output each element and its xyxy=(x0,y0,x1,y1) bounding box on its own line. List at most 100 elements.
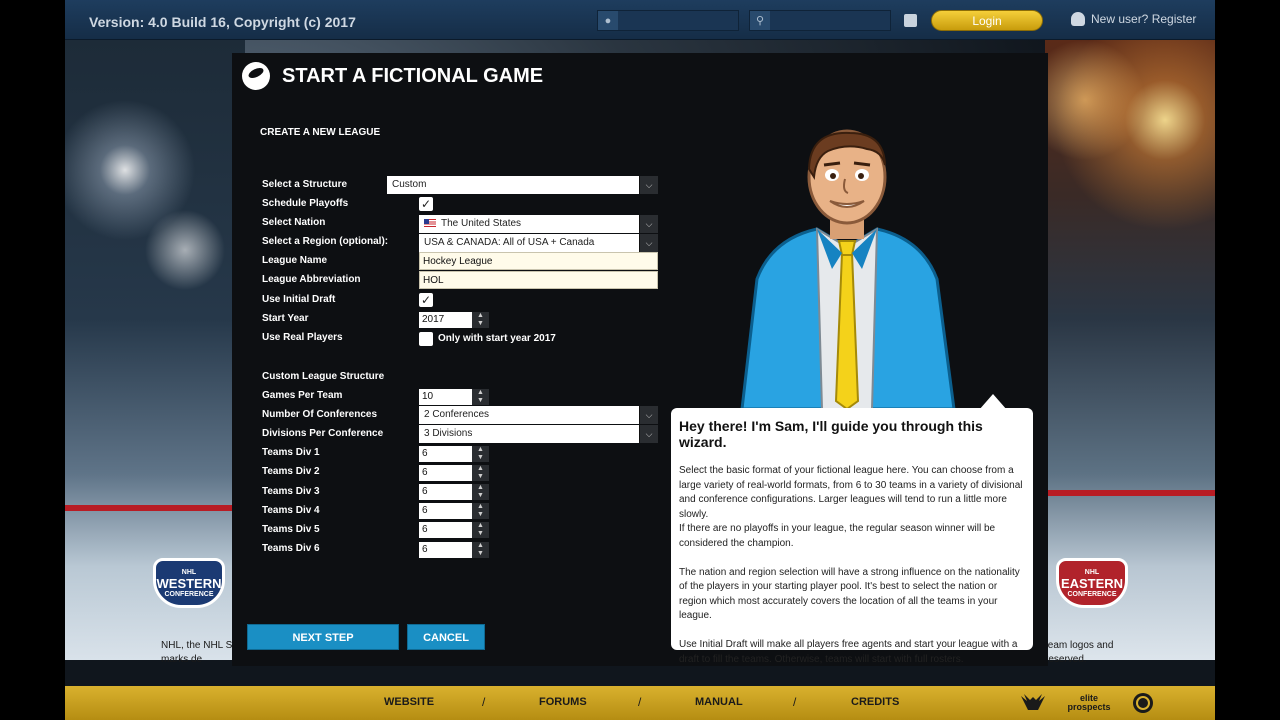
nation-label: Select Nation xyxy=(262,217,326,228)
key-icon: ⚲ xyxy=(750,11,770,30)
league-abbr-input[interactable]: HOL xyxy=(419,271,658,289)
divisions-label: Divisions Per Conference xyxy=(262,428,384,439)
games-per-team-value: 10 xyxy=(422,391,434,402)
nation-value: The United States xyxy=(441,218,522,229)
structure-value: Custom xyxy=(392,179,427,190)
east-badge-sub: CONFERENCE xyxy=(1067,590,1117,598)
teams-div-value: 6 xyxy=(422,448,428,459)
nation-select[interactable]: The United States ⌵ xyxy=(419,215,658,233)
stepper-arrows-icon[interactable]: ▲ ▼ xyxy=(472,312,489,328)
league-name-input[interactable]: Hockey League xyxy=(419,252,658,270)
login-button[interactable]: Login xyxy=(931,10,1043,31)
rink-red-line-left xyxy=(65,505,245,511)
fictional-game-dialog: START A FICTIONAL GAME CREATE A NEW LEAG… xyxy=(232,53,1048,666)
start-year-stepper[interactable]: 2017 ▲ ▼ xyxy=(419,312,489,328)
stepper-arrows-icon[interactable]: ▲ ▼ xyxy=(472,542,489,558)
moose-logo-icon[interactable] xyxy=(1017,690,1049,716)
teams-div-stepper[interactable]: 6 ▲ ▼ xyxy=(419,484,489,500)
username-input[interactable]: ● xyxy=(597,10,739,31)
footer-separator: / xyxy=(638,695,642,709)
stepper-arrows-icon[interactable]: ▲ ▼ xyxy=(472,446,489,462)
east-badge-main: EASTERN xyxy=(1060,575,1124,591)
stepper-arrows-icon[interactable]: ▲ ▼ xyxy=(472,465,489,481)
guide-paragraph: If there are no playoffs in your league,… xyxy=(679,523,996,549)
version-text: Version: 4.0 Build 16, Copyright (c) 201… xyxy=(89,14,356,30)
teams-div-label: Teams Div 4 xyxy=(262,505,320,516)
stepper-arrows-icon[interactable]: ▲ ▼ xyxy=(472,522,489,538)
region-value: USA & CANADA: All of USA + Canada xyxy=(424,237,595,248)
puck-icon xyxy=(242,62,270,90)
footer-manual-link[interactable]: MANUAL xyxy=(695,696,743,708)
conferences-label: Number Of Conferences xyxy=(262,409,378,420)
stepper-arrows-icon[interactable]: ▲ ▼ xyxy=(472,503,489,519)
region-select[interactable]: USA & CANADA: All of USA + Canada ⌵ xyxy=(419,234,658,252)
teams-div-stepper[interactable]: 6 ▲ ▼ xyxy=(419,465,489,481)
league-name-label: League Name xyxy=(262,255,328,266)
remember-me-checkbox[interactable] xyxy=(904,14,917,27)
teams-div-stepper[interactable]: 6 ▲ ▼ xyxy=(419,503,489,519)
teams-div-value: 6 xyxy=(422,467,428,478)
guide-paragraph: Use Initial Draft will make all players … xyxy=(679,639,1018,665)
structure-label: Select a Structure xyxy=(262,179,348,190)
league-abbr-label: League Abbreviation xyxy=(262,274,361,285)
footer-bar: WEBSITE / FORUMS / MANUAL / CREDITS elit… xyxy=(65,686,1215,720)
games-per-team-label: Games Per Team xyxy=(262,390,343,401)
guide-mascot-illustration xyxy=(740,129,956,409)
top-bar: Version: 4.0 Build 16, Copyright (c) 201… xyxy=(65,0,1215,40)
teams-div-stepper[interactable]: 6 ▲ ▼ xyxy=(419,522,489,538)
register-link[interactable]: New user? Register xyxy=(1071,12,1196,26)
usa-flag-icon xyxy=(424,219,436,227)
chevron-down-icon[interactable]: ⌵ xyxy=(639,406,658,424)
chevron-down-icon[interactable]: ⌵ xyxy=(639,176,658,194)
footer-separator: / xyxy=(793,695,797,709)
legal-text-right: team logos and reserved. xyxy=(1045,640,1114,665)
stepper-arrows-icon[interactable]: ▲ ▼ xyxy=(472,484,489,500)
teams-div-label: Teams Div 6 xyxy=(262,543,320,554)
section-title: CREATE A NEW LEAGUE xyxy=(260,127,381,138)
chevron-down-icon[interactable]: ⌵ xyxy=(639,215,658,233)
dialog-header: START A FICTIONAL GAME xyxy=(242,61,543,91)
password-input[interactable]: ⚲ xyxy=(749,10,891,31)
eastern-conference-logo: NHL EASTERN CONFERENCE xyxy=(1056,558,1128,608)
custom-structure-title: Custom League Structure xyxy=(262,371,385,382)
register-label: New user? Register xyxy=(1091,12,1197,26)
footer-credits-link[interactable]: CREDITS xyxy=(851,696,899,708)
hockey-puck-logo-icon[interactable] xyxy=(1131,690,1155,716)
teams-div-stepper[interactable]: 6 ▲ ▼ xyxy=(419,446,489,462)
footer-website-link[interactable]: WEBSITE xyxy=(384,696,434,708)
teams-div-stepper[interactable]: 6 ▲ ▼ xyxy=(419,542,489,558)
initial-draft-label: Use Initial Draft xyxy=(262,294,336,305)
teams-div-value: 6 xyxy=(422,486,428,497)
playoffs-checkbox[interactable]: ✓ xyxy=(419,197,433,211)
cancel-button[interactable]: CANCEL xyxy=(407,624,485,650)
guide-text: Select the basic format of your fictiona… xyxy=(679,464,1025,667)
teams-div-value: 6 xyxy=(422,524,428,535)
guide-paragraph: The nation and region selection will hav… xyxy=(679,566,1020,622)
footer-separator: / xyxy=(482,695,486,709)
divisions-select[interactable]: 3 Divisions ⌵ xyxy=(419,425,658,443)
structure-select[interactable]: Custom ⌵ xyxy=(387,176,658,194)
stepper-arrows-icon[interactable]: ▲ ▼ xyxy=(472,389,489,405)
west-badge-top: NHL xyxy=(181,568,197,576)
legal-text-left: NHL, the NHL S marks de xyxy=(161,640,233,665)
teams-div-value: 6 xyxy=(422,505,428,516)
initial-draft-checkbox[interactable]: ✓ xyxy=(419,293,433,307)
games-per-team-stepper[interactable]: 10 ▲ ▼ xyxy=(419,389,489,405)
start-year-label: Start Year xyxy=(262,313,309,324)
chevron-down-icon[interactable]: ⌵ xyxy=(639,234,658,252)
west-badge-main: WESTERN xyxy=(156,575,222,591)
real-players-checkbox[interactable] xyxy=(419,332,433,346)
western-conference-logo: NHL WESTERN CONFERENCE xyxy=(153,558,225,608)
divisions-value: 3 Divisions xyxy=(424,428,473,439)
conferences-select[interactable]: 2 Conferences ⌵ xyxy=(419,406,658,424)
dialog-title: START A FICTIONAL GAME xyxy=(282,64,544,87)
user-icon: ● xyxy=(598,11,618,30)
next-step-button[interactable]: NEXT STEP xyxy=(247,624,399,650)
playoffs-label: Schedule Playoffs xyxy=(262,198,349,209)
elite-prospects-logo[interactable]: elite prospects xyxy=(1065,690,1113,716)
start-year-value: 2017 xyxy=(422,314,445,325)
chevron-down-icon[interactable]: ⌵ xyxy=(639,425,658,443)
teams-div-label: Teams Div 1 xyxy=(262,447,320,458)
region-label: Select a Region (optional): xyxy=(262,236,389,247)
footer-forums-link[interactable]: FORUMS xyxy=(539,696,587,708)
